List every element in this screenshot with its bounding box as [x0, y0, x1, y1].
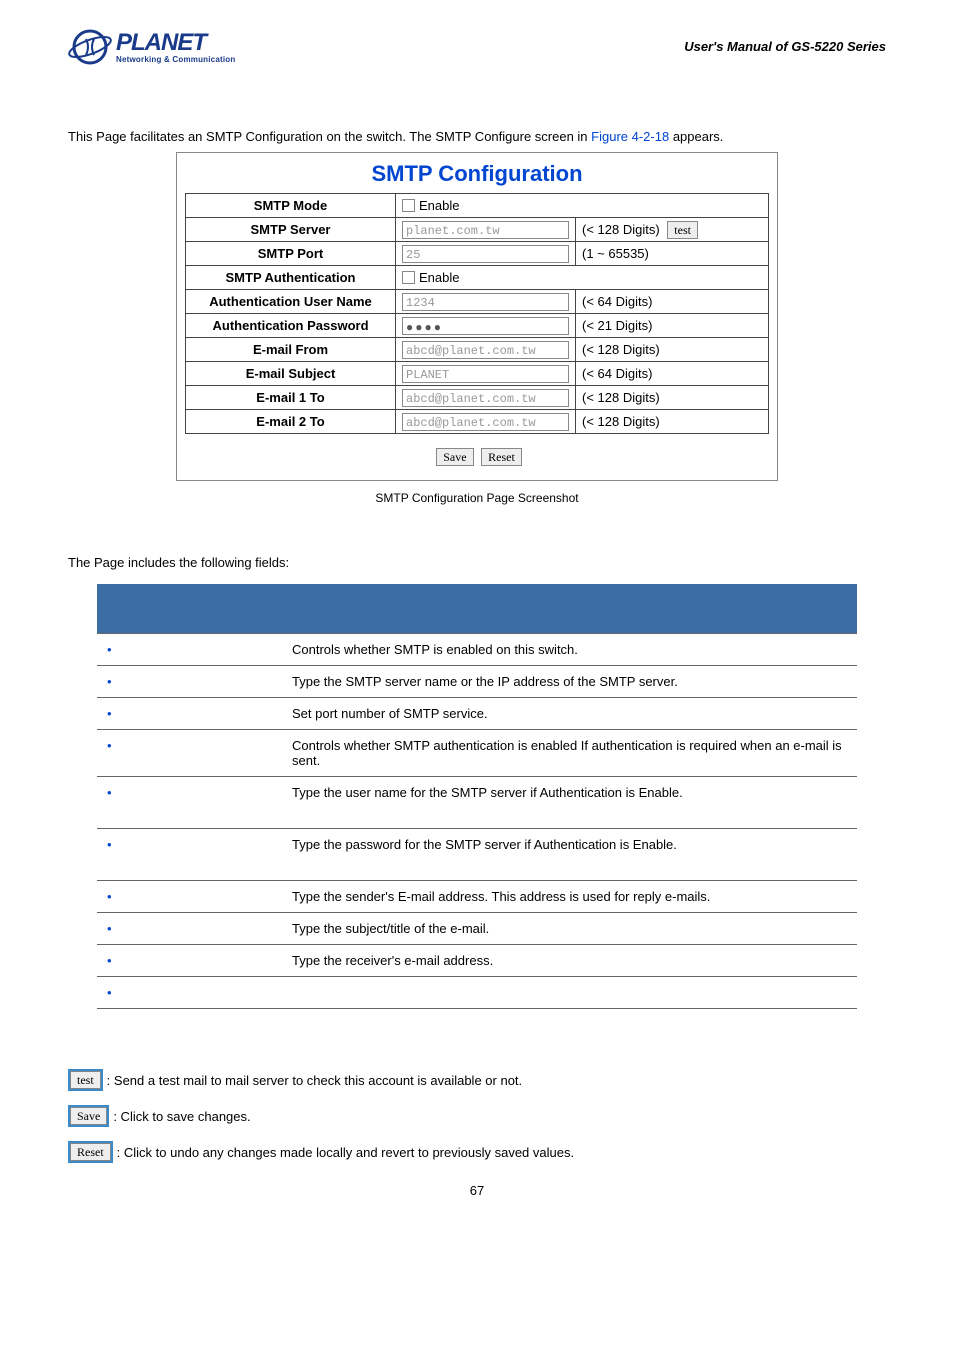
- screenshot-caption: SMTP Configuration Page Screenshot: [68, 491, 886, 505]
- fields-intro: The Page includes the following fields:: [68, 555, 886, 570]
- email-subject-label: E-mail Subject: [186, 362, 396, 386]
- table-row: •Controls whether SMTP is enabled on thi…: [97, 634, 857, 666]
- table-row: •Type the sender's E-mail address. This …: [97, 881, 857, 913]
- auth-user-hint: (< 64 Digits): [576, 290, 769, 314]
- smtp-auth-label: SMTP Authentication: [186, 266, 396, 290]
- description-cell: [282, 977, 857, 1009]
- brand-logo: PLANET Networking & Communication: [68, 25, 235, 69]
- object-cell: •: [97, 634, 282, 666]
- intro-after: appears.: [669, 129, 723, 144]
- smtp-server-input[interactable]: planet.com.tw: [402, 221, 569, 239]
- smtp-table: SMTP Mode Enable SMTP Server planet.com.…: [185, 193, 769, 434]
- auth-user-input[interactable]: 1234: [402, 293, 569, 311]
- email2-to-label: E-mail 2 To: [186, 410, 396, 434]
- object-cell: •: [97, 977, 282, 1009]
- smtp-heading: SMTP Configuration: [185, 157, 769, 193]
- test-button-desc: : Send a test mail to mail server to che…: [107, 1073, 522, 1088]
- email-subject-hint: (< 64 Digits): [576, 362, 769, 386]
- smtp-port-label: SMTP Port: [186, 242, 396, 266]
- table-row: •Set port number of SMTP service.: [97, 698, 857, 730]
- smtp-port-input[interactable]: 25: [402, 245, 569, 263]
- table-row: •Type the password for the SMTP server i…: [97, 829, 857, 881]
- brand-tagline: Networking & Communication: [116, 55, 235, 64]
- button-descriptions: test : Send a test mail to mail server t…: [68, 1069, 886, 1163]
- description-cell: Set port number of SMTP service.: [282, 698, 857, 730]
- description-cell: Type the sender's E-mail address. This a…: [282, 881, 857, 913]
- email-subject-input[interactable]: PLANET: [402, 365, 569, 383]
- page-header: PLANET Networking & Communication User's…: [68, 25, 886, 69]
- intro-before: This Page facilitates an SMTP Configurat…: [68, 129, 591, 144]
- reset-button[interactable]: Reset: [481, 448, 522, 466]
- figure-link[interactable]: Figure 4-2-18: [591, 129, 669, 144]
- object-cell: •: [97, 777, 282, 829]
- table-row: •Type the SMTP server name or the IP add…: [97, 666, 857, 698]
- description-cell: Controls whether SMTP authentication is …: [282, 730, 857, 777]
- reset-button-desc: : Click to undo any changes made locally…: [117, 1145, 574, 1160]
- save-button-icon: Save: [68, 1105, 109, 1127]
- smtp-mode-label: SMTP Mode: [186, 194, 396, 218]
- email1-to-label: E-mail 1 To: [186, 386, 396, 410]
- email-from-label: E-mail From: [186, 338, 396, 362]
- brand-name: PLANET: [116, 31, 235, 55]
- email1-to-hint: (< 128 Digits): [576, 386, 769, 410]
- test-button-icon: test: [68, 1069, 103, 1091]
- email-from-hint: (< 128 Digits): [576, 338, 769, 362]
- save-button[interactable]: Save: [436, 448, 473, 466]
- description-cell: Type the SMTP server name or the IP addr…: [282, 666, 857, 698]
- description-cell: Type the subject/title of the e-mail.: [282, 913, 857, 945]
- auth-pass-hint: (< 21 Digits): [576, 314, 769, 338]
- auth-pass-input[interactable]: ●●●●: [402, 317, 569, 335]
- save-button-desc: : Click to save changes.: [113, 1109, 250, 1124]
- description-cell: Controls whether SMTP is enabled on this…: [282, 634, 857, 666]
- email2-to-hint: (< 128 Digits): [576, 410, 769, 434]
- auth-user-label: Authentication User Name: [186, 290, 396, 314]
- object-cell: •: [97, 666, 282, 698]
- description-cell: Type the receiver's e-mail address.: [282, 945, 857, 977]
- description-cell: Type the user name for the SMTP server i…: [282, 777, 857, 829]
- table-row: •Type the receiver's e-mail address.: [97, 945, 857, 977]
- smtp-server-hint: (< 128 Digits): [582, 222, 660, 237]
- intro-text: This Page facilitates an SMTP Configurat…: [68, 129, 886, 144]
- object-cell: •: [97, 730, 282, 777]
- smtp-test-button[interactable]: test: [667, 221, 698, 239]
- email-from-input[interactable]: abcd@planet.com.tw: [402, 341, 569, 359]
- planet-icon: [68, 25, 112, 69]
- smtp-auth-enable-text: Enable: [419, 270, 459, 285]
- smtp-mode-enable-text: Enable: [419, 198, 459, 213]
- smtp-screenshot: SMTP Configuration SMTP Mode Enable SMTP…: [176, 152, 778, 481]
- object-cell: •: [97, 881, 282, 913]
- email2-to-input[interactable]: abcd@planet.com.tw: [402, 413, 569, 431]
- fields-table: •Controls whether SMTP is enabled on thi…: [97, 584, 857, 1009]
- table-row: •Controls whether SMTP authentication is…: [97, 730, 857, 777]
- smtp-port-hint: (1 ~ 65535): [576, 242, 769, 266]
- email1-to-input[interactable]: abcd@planet.com.tw: [402, 389, 569, 407]
- smtp-auth-checkbox[interactable]: [402, 271, 415, 284]
- object-cell: •: [97, 829, 282, 881]
- reset-button-icon: Reset: [68, 1141, 113, 1163]
- page-number: 67: [68, 1183, 886, 1198]
- table-row: •Type the user name for the SMTP server …: [97, 777, 857, 829]
- object-cell: •: [97, 945, 282, 977]
- description-cell: Type the password for the SMTP server if…: [282, 829, 857, 881]
- table-row: •Type the subject/title of the e-mail.: [97, 913, 857, 945]
- smtp-mode-checkbox[interactable]: [402, 199, 415, 212]
- manual-title: User's Manual of GS-5220 Series: [684, 39, 886, 54]
- object-cell: •: [97, 913, 282, 945]
- object-cell: •: [97, 698, 282, 730]
- table-row: •: [97, 977, 857, 1009]
- auth-pass-label: Authentication Password: [186, 314, 396, 338]
- smtp-server-label: SMTP Server: [186, 218, 396, 242]
